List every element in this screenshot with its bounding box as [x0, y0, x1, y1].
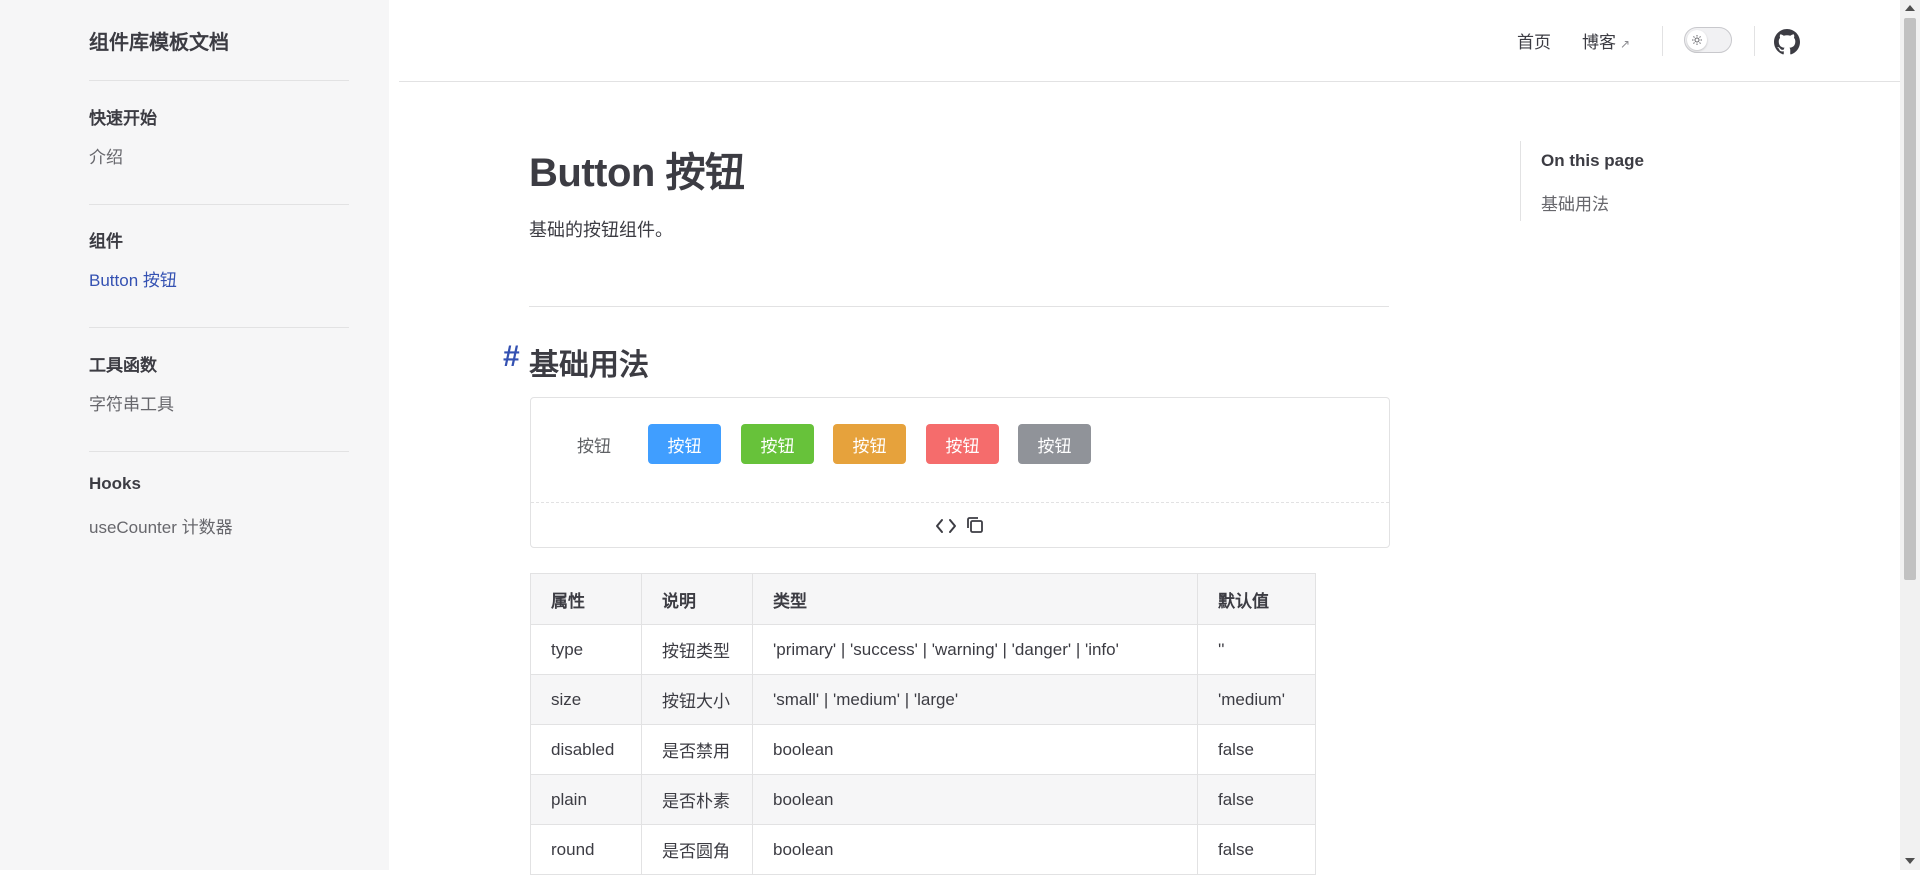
sidebar-item-button[interactable]: Button 按钮 [89, 266, 177, 291]
scroll-up-arrow-icon[interactable] [1905, 5, 1915, 11]
outline-title: On this page [1541, 151, 1644, 170]
site-title[interactable]: 组件库模板文档 [89, 26, 229, 55]
demo-toolbar [531, 502, 1389, 549]
nav-separator [1754, 26, 1755, 56]
table-cell: round [530, 824, 642, 875]
table-cell: 按钮类型 [641, 624, 753, 675]
outline-item-basic-usage[interactable]: 基础用法 [1541, 190, 1609, 215]
top-navbar: 首页 博客 ↗ [399, 0, 1900, 82]
sidebar-divider [89, 80, 349, 81]
table-header-cell: 属性 [530, 573, 642, 625]
scrollbar-thumb[interactable] [1904, 18, 1916, 580]
heading-anchor-link[interactable]: # [503, 340, 520, 374]
sun-icon [1687, 30, 1707, 50]
table-row: disabled 是否禁用 boolean false [530, 724, 1316, 775]
demo-button-success[interactable]: 按钮 [741, 424, 814, 464]
table-cell: false [1197, 724, 1316, 775]
props-table: 属性 说明 类型 默认值 type 按钮类型 'primary' | 'succ… [530, 573, 1316, 875]
table-row: plain 是否朴素 boolean false [530, 774, 1316, 825]
demo-button-primary[interactable]: 按钮 [648, 424, 721, 464]
copy-icon[interactable] [965, 515, 985, 535]
scroll-down-arrow-icon[interactable] [1905, 858, 1915, 864]
demo-button-danger[interactable]: 按钮 [926, 424, 999, 464]
table-cell: boolean [752, 774, 1198, 825]
table-cell: size [530, 674, 642, 725]
table-cell: 是否禁用 [641, 724, 753, 775]
sidebar: 组件库模板文档 快速开始 介绍 组件 Button 按钮 工具函数 字符串工具 … [0, 0, 389, 870]
table-header-cell: 类型 [752, 573, 1198, 625]
table-cell: 'medium' [1197, 674, 1316, 725]
sidebar-group-title: 快速开始 [89, 109, 157, 128]
table-cell: boolean [752, 724, 1198, 775]
nav-link-home[interactable]: 首页 [1517, 28, 1551, 53]
demo-button-default[interactable]: 按钮 [553, 424, 635, 464]
theme-toggle[interactable] [1684, 27, 1732, 53]
table-row: size 按钮大小 'small' | 'medium' | 'large' '… [530, 674, 1316, 725]
demo-button-info[interactable]: 按钮 [1018, 424, 1091, 464]
sidebar-item-intro[interactable]: 介绍 [89, 143, 123, 168]
table-header-cell: 说明 [641, 573, 753, 625]
content-divider [529, 306, 1389, 307]
table-cell: plain [530, 774, 642, 825]
table-cell: '' [1197, 624, 1316, 675]
section-title: 基础用法 [529, 349, 649, 382]
sidebar-group-title: 组件 [89, 232, 123, 251]
sidebar-divider [89, 327, 349, 328]
table-cell: 'primary' | 'success' | 'warning' | 'dan… [752, 624, 1198, 675]
nav-separator [1662, 26, 1663, 56]
table-header-cell: 默认值 [1197, 573, 1316, 625]
nav-link-blog[interactable]: 博客 ↗ [1582, 28, 1630, 53]
sidebar-item-use-counter[interactable]: useCounter 计数器 [89, 513, 233, 538]
vertical-scrollbar[interactable] [1900, 0, 1920, 870]
demo-button-warning[interactable]: 按钮 [833, 424, 906, 464]
github-icon[interactable] [1774, 29, 1800, 55]
external-link-icon: ↗ [1620, 37, 1631, 51]
sidebar-group-title: 工具函数 [89, 356, 157, 375]
page-outline: On this page 基础用法 [1520, 141, 1771, 221]
table-cell: false [1197, 824, 1316, 875]
page-description: 基础的按钮组件。 [529, 220, 673, 240]
demo-block: 按钮 按钮 按钮 按钮 按钮 按钮 [530, 397, 1390, 548]
sidebar-group-title: Hooks [89, 474, 141, 493]
table-cell: boolean [752, 824, 1198, 875]
table-cell: disabled [530, 724, 642, 775]
table-cell: type [530, 624, 642, 675]
table-cell: false [1197, 774, 1316, 825]
sidebar-divider [89, 204, 349, 205]
table-cell: 按钮大小 [641, 674, 753, 725]
table-cell: 是否朴素 [641, 774, 753, 825]
table-row: type 按钮类型 'primary' | 'success' | 'warni… [530, 624, 1316, 675]
sidebar-divider [89, 451, 349, 452]
table-cell: 'small' | 'medium' | 'large' [752, 674, 1198, 725]
code-icon[interactable] [935, 516, 957, 536]
nav-link-blog-label: 博客 [1582, 33, 1616, 52]
sidebar-item-string-utils[interactable]: 字符串工具 [89, 390, 174, 415]
page-title: Button 按钮 [529, 151, 745, 195]
table-header-row: 属性 说明 类型 默认值 [530, 573, 1316, 625]
table-row: round 是否圆角 boolean false [530, 824, 1316, 875]
table-cell: 是否圆角 [641, 824, 753, 875]
